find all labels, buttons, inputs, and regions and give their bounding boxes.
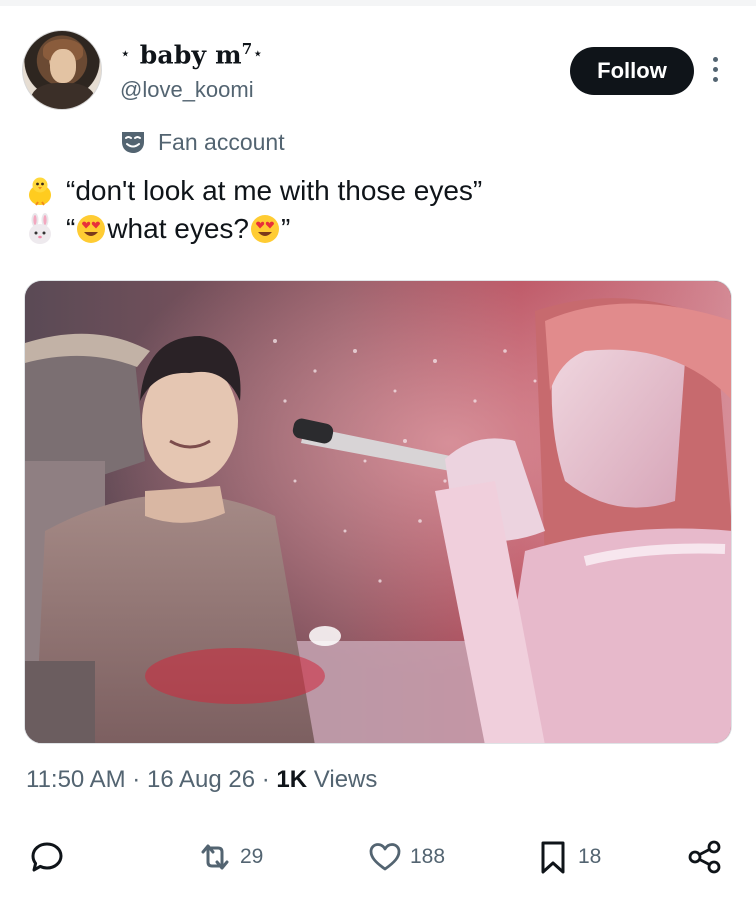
display-name-superscript: 7 bbox=[241, 40, 253, 58]
meta-separator: · bbox=[132, 766, 141, 793]
heart-eyes-emoji-icon bbox=[250, 215, 279, 243]
like-count: 188 bbox=[410, 845, 446, 868]
reply-button[interactable] bbox=[28, 838, 66, 876]
bookmark-count: 18 bbox=[578, 845, 602, 868]
share-icon bbox=[688, 840, 721, 874]
tweet-media-image[interactable] bbox=[24, 280, 732, 744]
fan-account-label[interactable]: Fan account bbox=[120, 126, 285, 158]
tweet-text: “don't look at me with those eyes” “ wha… bbox=[26, 172, 726, 248]
tweet-time[interactable]: 11:50 AM bbox=[26, 766, 126, 793]
retweet-button[interactable]: 29 bbox=[196, 838, 263, 876]
tweet-line-1-text: “don't look at me with those eyes” bbox=[66, 175, 483, 206]
handle[interactable]: @love_koomi bbox=[120, 77, 263, 103]
theater-mask-icon bbox=[122, 132, 144, 153]
star-icon: ⋆ bbox=[120, 44, 131, 65]
meta-separator: · bbox=[261, 766, 270, 793]
open-quote: “ bbox=[66, 213, 76, 244]
author-names[interactable]: ⋆ baby m7⋆ @love_koomi bbox=[120, 40, 263, 103]
display-name-text: baby m bbox=[139, 40, 242, 70]
share-button[interactable] bbox=[686, 838, 724, 876]
more-vertical-icon[interactable] bbox=[708, 57, 722, 87]
retweet-icon bbox=[201, 844, 229, 870]
baby-chick-icon bbox=[29, 177, 51, 206]
retweet-count: 29 bbox=[240, 845, 264, 868]
views-label: Views bbox=[313, 766, 378, 793]
bookmark-icon bbox=[541, 841, 565, 874]
like-button[interactable]: 188 bbox=[366, 838, 445, 876]
top-divider bbox=[0, 0, 756, 6]
views-count: 1K bbox=[276, 766, 308, 793]
tweet-line-1: “don't look at me with those eyes” bbox=[26, 172, 726, 210]
reply-icon bbox=[31, 842, 63, 872]
tweet-meta: 11:50 AM · 16 Aug 26 · 1K Views bbox=[26, 766, 377, 794]
avatar[interactable] bbox=[22, 30, 102, 110]
fan-account-text: Fan account bbox=[158, 128, 285, 155]
star-icon: ⋆ bbox=[252, 44, 264, 65]
heart-eyes-emoji-icon bbox=[77, 215, 106, 243]
tweet-header: ⋆ baby m7⋆ @love_koomi Follow bbox=[22, 30, 734, 112]
rabbit-face-icon bbox=[29, 213, 51, 244]
action-bar: 29 188 18 bbox=[0, 830, 756, 886]
tweet-line-2-text: what eyes? bbox=[107, 213, 249, 244]
bookmark-button[interactable]: 18 bbox=[534, 838, 601, 876]
tweet-date[interactable]: 16 Aug 26 bbox=[147, 766, 255, 793]
concert-photo bbox=[25, 281, 731, 743]
close-quote: ” bbox=[280, 213, 291, 244]
display-name[interactable]: ⋆ baby m7⋆ bbox=[120, 40, 263, 69]
follow-button[interactable]: Follow bbox=[570, 47, 694, 95]
tweet-line-2: “ what eyes? ” bbox=[26, 210, 726, 248]
heart-icon bbox=[369, 843, 401, 871]
